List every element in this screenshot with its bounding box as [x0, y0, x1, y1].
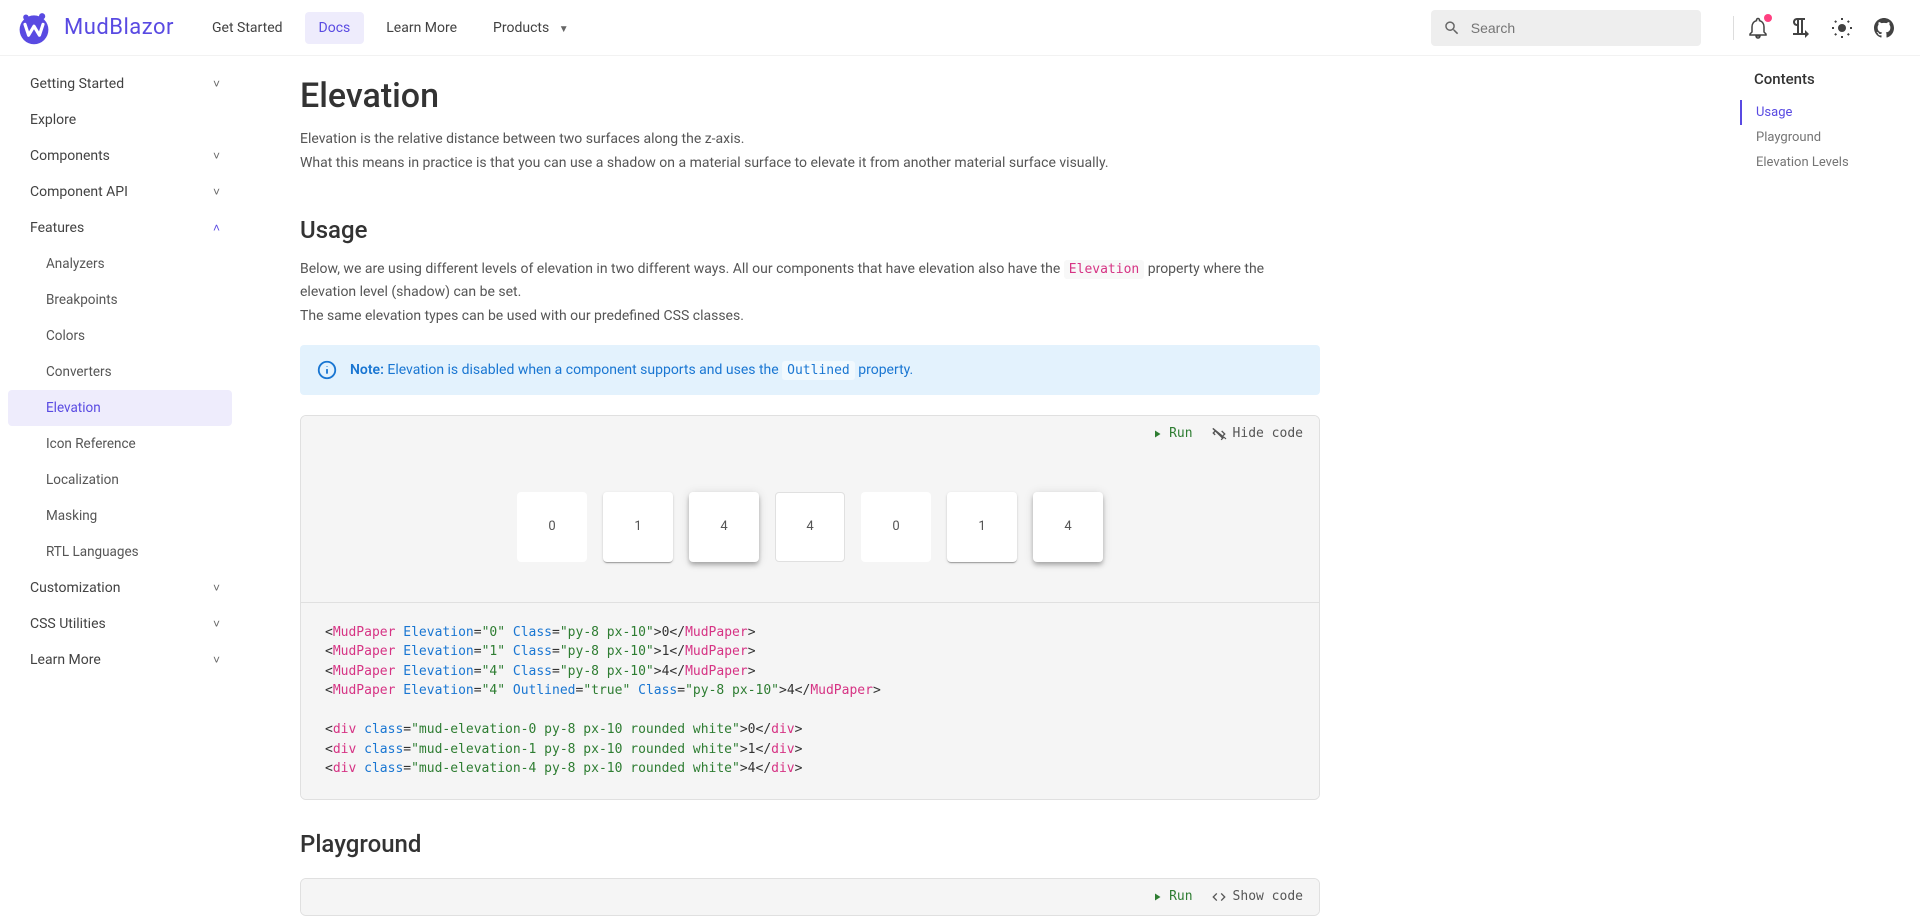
sidebar-sub-analyzers[interactable]: Analyzers — [0, 246, 240, 282]
code-off-icon — [1211, 426, 1227, 442]
intro-line-1: Elevation is the relative distance betwe… — [300, 128, 1320, 152]
elevation-paper: 1 — [603, 492, 673, 562]
sidebar-sub-elevation[interactable]: Elevation — [8, 390, 232, 426]
run-button[interactable]: Run — [1151, 889, 1192, 904]
code-block: <MudPaper Elevation="0" Class="py-8 px-1… — [301, 602, 1319, 799]
info-icon — [316, 359, 338, 381]
divider — [1733, 16, 1734, 40]
chevron-down-icon: ▼ — [559, 24, 569, 35]
theme-button[interactable] — [1830, 16, 1854, 40]
notification-dot — [1764, 14, 1772, 22]
page-title: Elevation — [300, 76, 1320, 116]
play-icon — [1151, 428, 1163, 440]
chevron-icon: ˄ — [213, 221, 220, 235]
rtl-button[interactable] — [1788, 16, 1812, 40]
run-button[interactable]: Run — [1151, 426, 1192, 441]
sidebar-sub-icon-reference[interactable]: Icon Reference — [0, 426, 240, 462]
sidebar-nav: Getting Started˅ExploreComponents˅Compon… — [0, 56, 240, 919]
mudblazor-logo-icon — [16, 10, 52, 46]
sidebar-customization[interactable]: Customization˅ — [0, 570, 240, 606]
hide-code-button[interactable]: Hide code — [1211, 426, 1303, 442]
elevation-paper: 4 — [1033, 492, 1103, 562]
page-intro: Elevation is the relative distance betwe… — [300, 128, 1320, 176]
example-toolbar: Run Hide code — [301, 416, 1319, 452]
topbar: MudBlazor Get StartedDocsLearn MoreProdu… — [0, 0, 1920, 56]
sidebar-component-api[interactable]: Component API˅ — [0, 174, 240, 210]
usage-p2: The same elevation types can be used wit… — [300, 305, 1320, 329]
text-direction-icon — [1788, 16, 1812, 40]
nav-get-started[interactable]: Get Started — [198, 12, 297, 44]
chevron-icon: ˅ — [213, 149, 220, 163]
playground-heading: Playground — [300, 830, 1320, 858]
chevron-icon: ˅ — [213, 77, 220, 91]
nav-docs[interactable]: Docs — [305, 12, 365, 44]
nav-learn-more[interactable]: Learn More — [372, 12, 471, 44]
show-code-button[interactable]: Show code — [1211, 889, 1303, 905]
brand-logo[interactable]: MudBlazor — [16, 10, 174, 46]
code-icon — [1211, 889, 1227, 905]
toc-elevation-levels[interactable]: Elevation Levels — [1740, 150, 1900, 175]
toc-usage[interactable]: Usage — [1740, 100, 1900, 125]
chevron-icon: ˅ — [213, 185, 220, 199]
sidebar-css-utilities[interactable]: CSS Utilities˅ — [0, 606, 240, 642]
nav-products[interactable]: Products ▼ — [479, 12, 583, 44]
notifications-button[interactable] — [1746, 16, 1770, 40]
usage-p1: Below, we are using different levels of … — [300, 258, 1320, 329]
nav-links: Get StartedDocsLearn MoreProducts ▼ — [198, 12, 583, 44]
elevation-paper: 4 — [689, 492, 759, 562]
toc-playground[interactable]: Playground — [1740, 125, 1900, 150]
sidebar-sub-rtl-languages[interactable]: RTL Languages — [0, 534, 240, 570]
elevation-paper: 4 — [775, 492, 845, 562]
usage-heading: Usage — [300, 216, 1320, 244]
toc-title: Contents — [1740, 70, 1900, 88]
topbar-icons — [1746, 16, 1904, 40]
brand-text: MudBlazor — [64, 15, 174, 40]
search-icon — [1443, 18, 1461, 38]
outlined-code: Outlined — [782, 361, 855, 380]
table-of-contents: Contents UsagePlaygroundElevation Levels — [1740, 70, 1900, 175]
playground-example: Run Show code — [300, 878, 1320, 916]
search-input[interactable] — [1471, 20, 1689, 36]
example-demo: 0144014 — [301, 452, 1319, 602]
playground-toolbar: Run Show code — [301, 879, 1319, 915]
sidebar-sub-localization[interactable]: Localization — [0, 462, 240, 498]
sidebar-getting-started[interactable]: Getting Started˅ — [0, 66, 240, 102]
info-note: Note: Elevation is disabled when a compo… — [300, 345, 1320, 395]
elevation-code: Elevation — [1064, 260, 1144, 279]
play-icon — [1151, 891, 1163, 903]
sidebar-explore[interactable]: Explore — [0, 102, 240, 138]
main-content: Elevation Elevation is the relative dist… — [240, 56, 1920, 919]
chevron-icon: ˅ — [213, 617, 220, 631]
sidebar-components[interactable]: Components˅ — [0, 138, 240, 174]
sidebar-sub-masking[interactable]: Masking — [0, 498, 240, 534]
search-box[interactable] — [1431, 10, 1701, 46]
sidebar-sub-colors[interactable]: Colors — [0, 318, 240, 354]
github-icon — [1872, 16, 1896, 40]
elevation-paper: 0 — [517, 492, 587, 562]
usage-example: Run Hide code 0144014 <MudPaper Elevatio… — [300, 415, 1320, 800]
intro-line-2: What this means in practice is that you … — [300, 152, 1320, 176]
elevation-paper: 1 — [947, 492, 1017, 562]
sidebar-features[interactable]: Features˄ — [0, 210, 240, 246]
chevron-icon: ˅ — [213, 581, 220, 595]
sidebar-learn-more[interactable]: Learn More˅ — [0, 642, 240, 678]
sidebar-sub-breakpoints[interactable]: Breakpoints — [0, 282, 240, 318]
chevron-icon: ˅ — [213, 653, 220, 667]
github-button[interactable] — [1872, 16, 1896, 40]
elevation-paper: 0 — [861, 492, 931, 562]
sidebar-sub-converters[interactable]: Converters — [0, 354, 240, 390]
sun-icon — [1830, 16, 1854, 40]
